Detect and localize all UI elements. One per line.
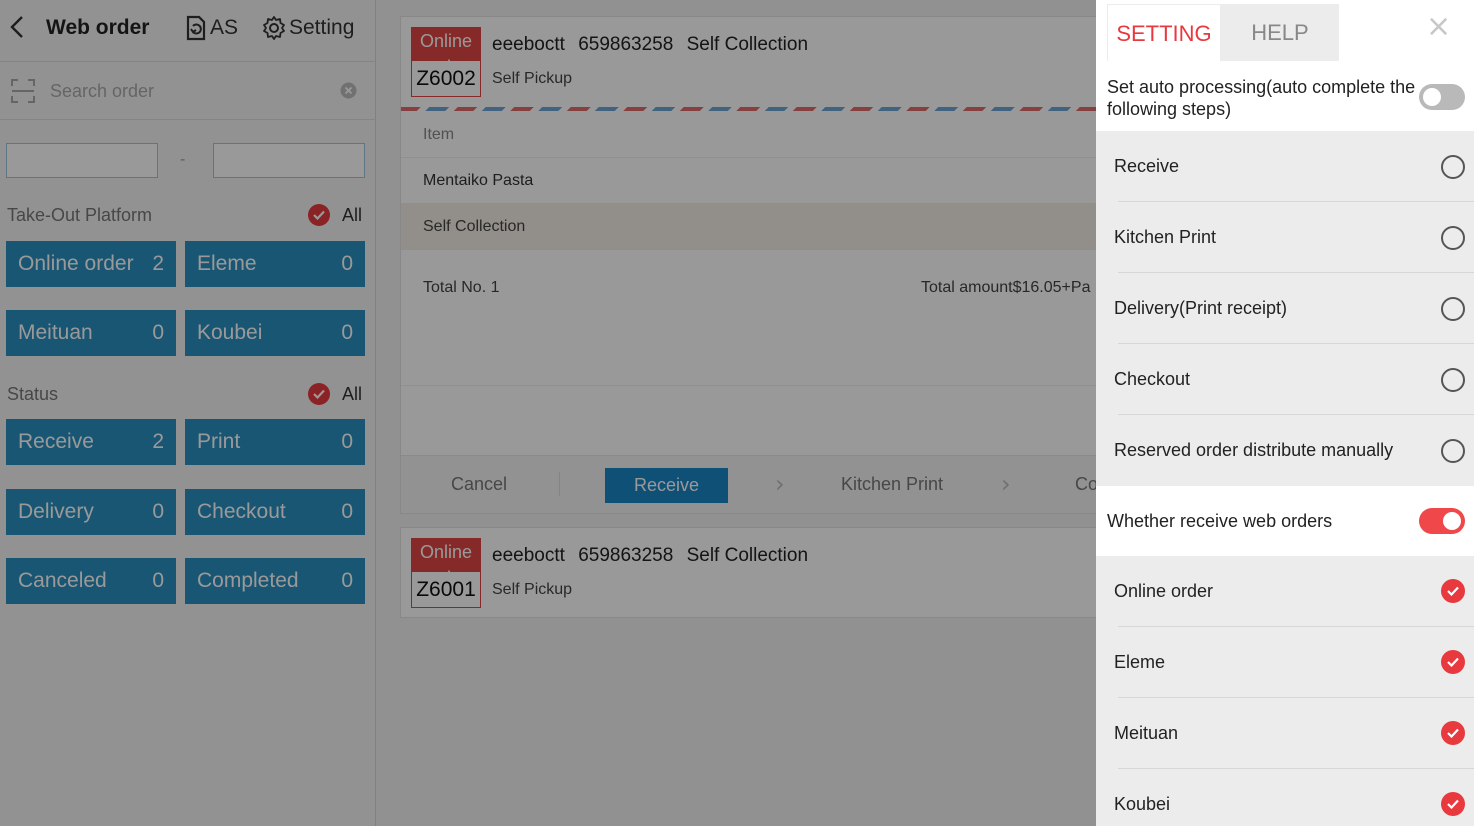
step-checkout[interactable]: Checkout bbox=[1114, 344, 1474, 415]
check-icon[interactable] bbox=[1441, 579, 1465, 603]
web-platform-meituan[interactable]: Meituan bbox=[1114, 698, 1474, 769]
step-receive[interactable]: Receive bbox=[1114, 131, 1474, 202]
settings-panel: SETTING HELP × Set auto processing(auto … bbox=[1096, 0, 1474, 826]
receive-web-orders-toggle[interactable] bbox=[1419, 508, 1465, 534]
close-icon[interactable]: × bbox=[1426, 12, 1451, 42]
step-kitchen-print-radio[interactable] bbox=[1441, 226, 1465, 250]
tab-help[interactable]: HELP bbox=[1221, 4, 1339, 61]
step-kitchen-print[interactable]: Kitchen Print bbox=[1114, 202, 1474, 273]
check-icon[interactable] bbox=[1441, 792, 1465, 816]
step-reserved-distribute[interactable]: Reserved order distribute manually bbox=[1114, 415, 1474, 486]
step-delivery[interactable]: Delivery(Print receipt) bbox=[1114, 273, 1474, 344]
web-platform-online-order[interactable]: Online order bbox=[1114, 556, 1474, 627]
tab-setting[interactable]: SETTING bbox=[1107, 4, 1221, 61]
settings-tabs: SETTING HELP × bbox=[1096, 0, 1474, 61]
step-receive-radio[interactable] bbox=[1441, 155, 1465, 179]
check-icon[interactable] bbox=[1441, 650, 1465, 674]
step-checkout-radio[interactable] bbox=[1441, 368, 1465, 392]
web-platform-koubei[interactable]: Koubei bbox=[1114, 769, 1474, 826]
web-platform-eleme[interactable]: Eleme bbox=[1114, 627, 1474, 698]
auto-processing-toggle[interactable] bbox=[1419, 84, 1465, 110]
step-delivery-radio[interactable] bbox=[1441, 297, 1465, 321]
check-icon[interactable] bbox=[1441, 721, 1465, 745]
step-reserved-distribute-radio[interactable] bbox=[1441, 439, 1465, 463]
receive-web-orders-label: Whether receive web orders bbox=[1107, 511, 1333, 531]
modal-overlay[interactable] bbox=[0, 0, 1096, 826]
auto-processing-label: Set auto processing(auto complete the fo… bbox=[1107, 77, 1416, 119]
